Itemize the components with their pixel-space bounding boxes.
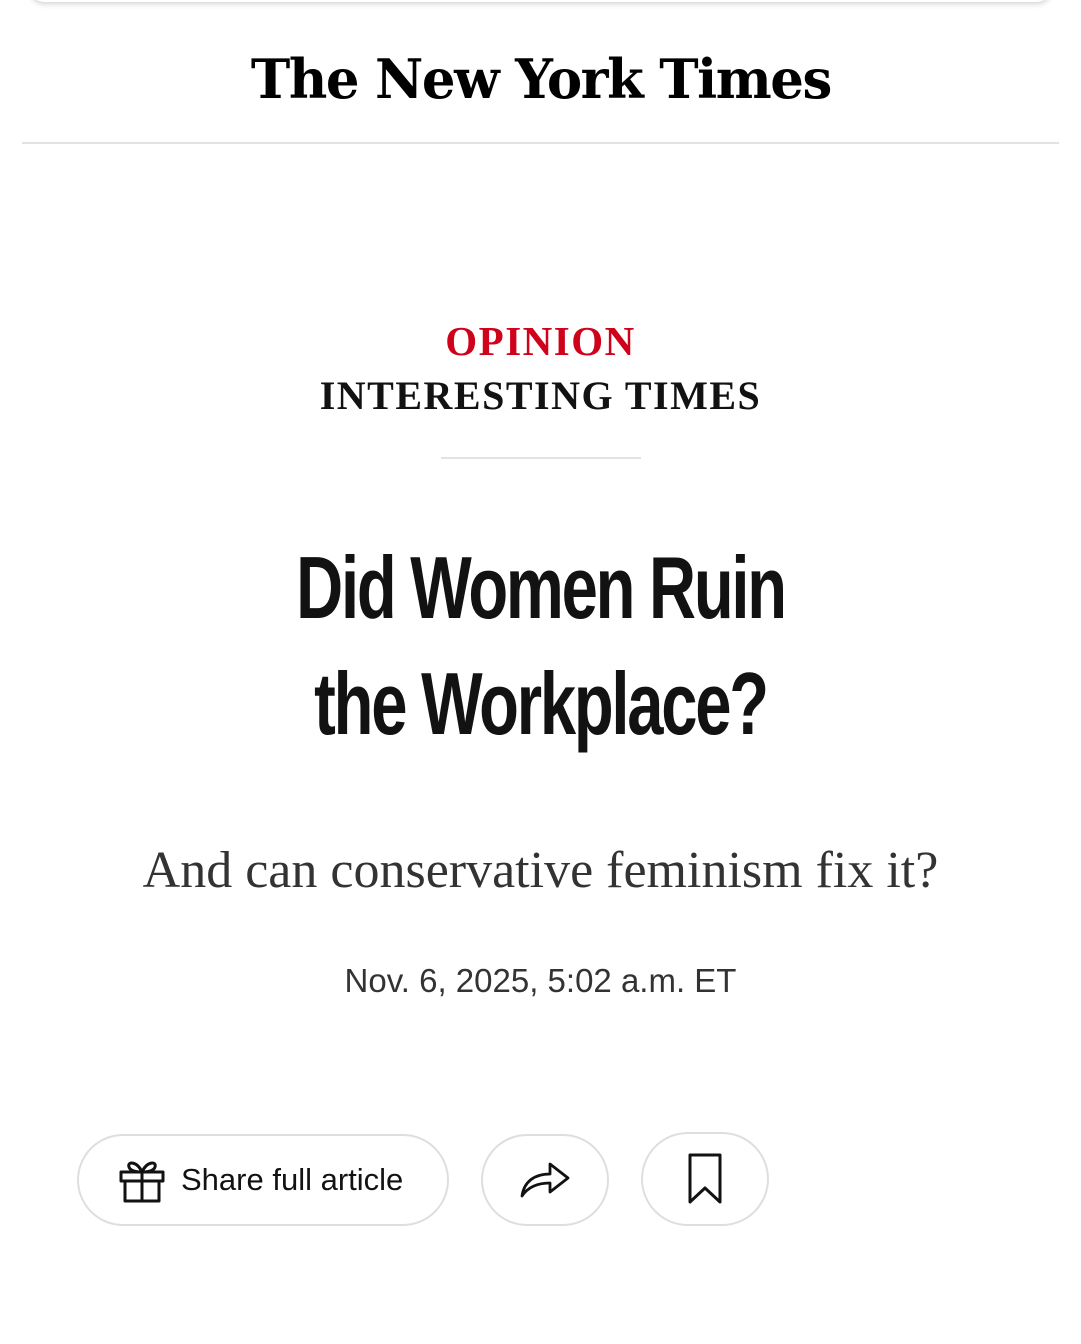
column-label[interactable]: INTERESTING TIMES	[0, 371, 1081, 421]
nyt-logo[interactable]: The New York Times	[251, 34, 832, 124]
headline-line-2: the Workplace?	[314, 654, 769, 753]
section-label[interactable]: OPINION	[0, 316, 1081, 366]
share-full-article-button[interactable]: Share full article	[77, 1134, 449, 1226]
share-full-article-label: Share full article	[181, 1162, 404, 1197]
share-button[interactable]	[481, 1134, 609, 1226]
masthead-divider	[22, 142, 1059, 144]
headline-line-1: Did Women Ruin	[296, 538, 787, 637]
kicker-divider	[441, 457, 641, 459]
headline: Did Women Ruin the Workplace?	[0, 530, 1081, 762]
bookmark-icon	[685, 1152, 725, 1206]
publish-timestamp: Nov. 6, 2025, 5:02 a.m. ET	[344, 962, 737, 999]
save-button[interactable]	[641, 1132, 769, 1226]
top-edge-shadow	[30, 0, 1051, 2]
gift-icon	[117, 1155, 167, 1205]
share-arrow-icon	[518, 1158, 572, 1202]
article-summary: And can conservative feminism fix it?	[142, 842, 939, 899]
